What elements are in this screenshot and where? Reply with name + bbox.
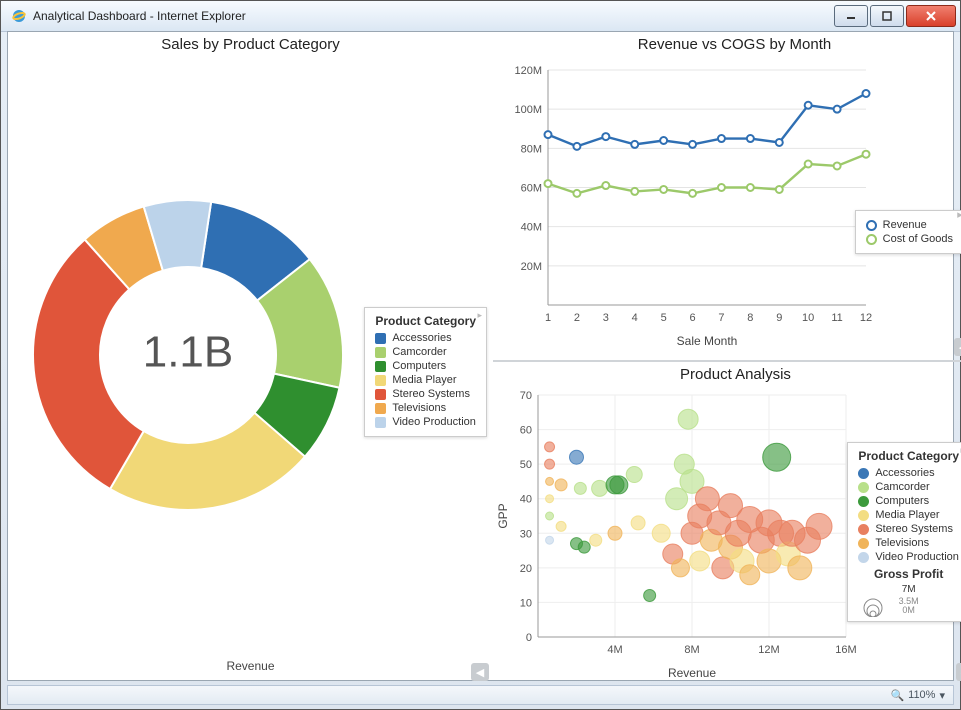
svg-text:10: 10 [520, 597, 532, 609]
legend-label: Camcorder [392, 346, 446, 358]
svg-text:1: 1 [545, 312, 551, 324]
legend-label: Media Player [392, 374, 456, 386]
legend-expand-icon[interactable]: ▸ [955, 209, 961, 219]
svg-text:Sale Month: Sale Month [677, 334, 738, 348]
legend-item[interactable]: Stereo Systems [858, 523, 959, 535]
legend-label: Accessories [875, 467, 934, 479]
x-axis-label: Revenue [8, 659, 493, 673]
legend-label: Video Production [875, 551, 959, 563]
chart-title: Product Analysis [493, 366, 961, 383]
svg-text:9: 9 [776, 312, 782, 324]
svg-text:4: 4 [632, 312, 638, 324]
legend-revenue-cogs: ▸ Revenue Cost of Goods [855, 210, 961, 254]
svg-text:8M: 8M [684, 644, 699, 656]
legend-label: Computers [392, 360, 446, 372]
svg-text:Revenue: Revenue [668, 666, 716, 680]
titlebar[interactable]: Analytical Dashboard - Internet Explorer [1, 1, 960, 32]
maximize-button[interactable] [870, 5, 904, 27]
legend-item[interactable]: Video Production [375, 416, 476, 428]
statusbar: 🔍 110% ▾ [7, 685, 954, 705]
chart-title: Sales by Product Category [8, 36, 493, 53]
legend-product-analysis: ▸ Product Category AccessoriesCamcorderC… [847, 442, 961, 622]
svg-text:40: 40 [520, 494, 532, 506]
panel-sales-category: Sales by Product Category 1.1B ▸ Product… [8, 32, 493, 685]
legend-item[interactable]: Media Player [375, 374, 476, 386]
legend-item[interactable]: Accessories [858, 467, 959, 479]
minimize-button[interactable] [834, 5, 868, 27]
svg-text:20M: 20M [521, 261, 542, 273]
svg-text:50: 50 [520, 459, 532, 471]
svg-text:70: 70 [520, 390, 532, 402]
zoom-value: 110% [908, 689, 935, 701]
zoom-icon: 🔍 [890, 689, 904, 702]
legend-item[interactable]: Media Player [858, 509, 959, 521]
legend-item[interactable]: Televisions [858, 537, 959, 549]
chart-title: Revenue vs COGS by Month [493, 36, 961, 53]
svg-text:1.1B: 1.1B [143, 328, 234, 377]
chevron-down-icon[interactable]: ▾ [939, 689, 945, 702]
svg-text:2: 2 [574, 312, 580, 324]
svg-text:4M: 4M [607, 644, 622, 656]
svg-text:60: 60 [520, 425, 532, 437]
legend-label: Televisions [875, 537, 929, 549]
legend-item[interactable]: Televisions [375, 402, 476, 414]
panel-product-analysis: Product Analysis 0 10 20 30 40 50 60 70 4M 8M 12M 1… [493, 362, 961, 685]
svg-text:12M: 12M [758, 644, 779, 656]
legend-label: Camcorder [875, 481, 929, 493]
svg-text:GPP: GPP [496, 503, 510, 528]
legend-expand-icon[interactable]: ▸ [477, 310, 482, 321]
svg-text:3: 3 [603, 312, 609, 324]
panel-nav-icon[interactable]: ◀ [956, 663, 961, 681]
legend-label: Computers [875, 495, 929, 507]
svg-text:12: 12 [860, 312, 872, 324]
svg-text:60M: 60M [521, 183, 542, 195]
svg-text:8: 8 [747, 312, 753, 324]
legend-label: Video Production [392, 416, 476, 428]
legend-label: Accessories [392, 332, 451, 344]
legend-label: Cost of Goods [883, 233, 953, 245]
svg-text:10: 10 [802, 312, 814, 324]
svg-text:80M: 80M [521, 143, 542, 155]
zoom-control[interactable]: 🔍 110% ▾ [890, 689, 945, 702]
size-legend-title: Gross Profit [858, 567, 959, 581]
legend-title: Product Category [858, 449, 959, 463]
legend-item[interactable]: Camcorder [375, 346, 476, 358]
svg-text:20: 20 [520, 563, 532, 575]
window-title: Analytical Dashboard - Internet Explorer [33, 9, 832, 23]
svg-text:6: 6 [689, 312, 695, 324]
svg-text:100M: 100M [514, 104, 542, 116]
legend-title: Product Category [375, 314, 476, 328]
legend-label: Revenue [883, 219, 927, 231]
svg-text:7: 7 [718, 312, 724, 324]
legend-label: Media Player [875, 509, 939, 521]
svg-text:40M: 40M [521, 222, 542, 234]
legend-item[interactable]: Video Production [858, 551, 959, 563]
legend-label: Televisions [392, 402, 446, 414]
panel-nav-icon[interactable]: ◀ [471, 663, 489, 681]
ie-favicon [11, 8, 27, 24]
legend-item[interactable]: Accessories [375, 332, 476, 344]
legend-sales-category: ▸ Product Category Accessories Camcorder C… [364, 307, 487, 437]
legend-item[interactable]: Stereo Systems [375, 388, 476, 400]
svg-text:5: 5 [661, 312, 667, 324]
svg-text:120M: 120M [514, 65, 542, 77]
size-legend: 7M 3.5M 0M [858, 585, 959, 615]
panel-nav-icon[interactable]: ◀ [954, 338, 961, 356]
window-buttons [832, 5, 956, 27]
svg-text:11: 11 [831, 312, 842, 324]
window-frame: Analytical Dashboard - Internet Explorer… [0, 0, 961, 710]
legend-item[interactable]: Computers [858, 495, 959, 507]
svg-text:30: 30 [520, 528, 532, 540]
client-area: Revenue vs COGS by Month 20M40M60M80M100… [7, 31, 954, 681]
legend-item[interactable]: Computers [375, 360, 476, 372]
legend-item[interactable]: Camcorder [858, 481, 959, 493]
svg-text:16M: 16M [835, 644, 856, 656]
legend-label: Stereo Systems [875, 523, 953, 535]
line-chart[interactable]: 20M40M60M80M100M120M123456789101112Sale … [493, 55, 961, 355]
panel-revenue-cogs: Revenue vs COGS by Month 20M 40M 60M 80M 100… [493, 32, 961, 362]
svg-text:0: 0 [526, 632, 532, 644]
close-button[interactable] [906, 5, 956, 27]
legend-label: Stereo Systems [392, 388, 470, 400]
